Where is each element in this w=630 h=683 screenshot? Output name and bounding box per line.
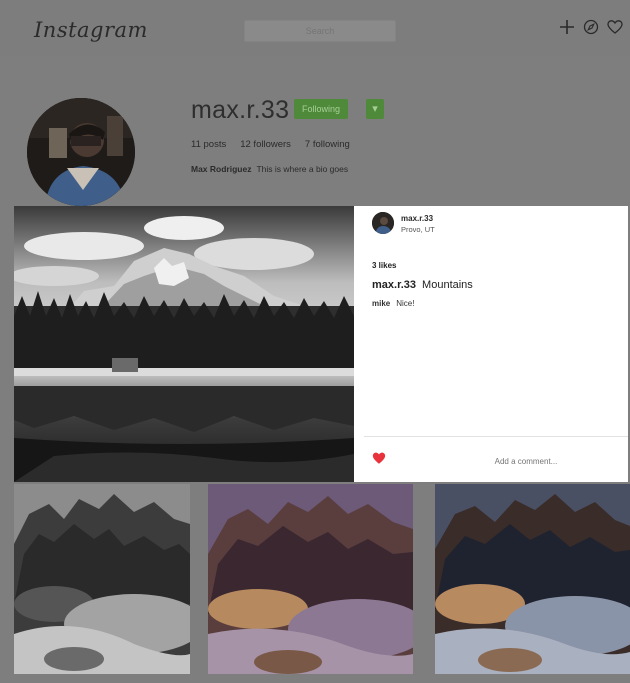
post-likes-count[interactable]: 3 likes [372,261,396,270]
post-location[interactable]: Provo, UT [401,225,435,234]
caption-username[interactable]: max.r.33 [372,279,416,291]
compass-icon[interactable] [582,16,600,38]
like-heart-icon[interactable] [372,451,386,465]
plus-icon[interactable] [558,16,576,38]
bio-text: This is where a bio goes [256,164,349,174]
following-button[interactable]: Following [294,99,349,119]
comment-username[interactable]: mike [372,299,390,308]
add-comment-input[interactable] [439,453,613,469]
grid-photo-3[interactable] [435,484,630,674]
nav-icons [558,16,624,38]
photo-grid [14,484,630,674]
instagram-profile-page: Instagram max.r.33 Following [0,0,630,683]
follow-dropdown-button[interactable]: ▾ [366,99,384,119]
post-comment: mike Nice! [372,299,414,308]
following-count[interactable]: 7 following [305,139,350,150]
comment-text: Nice! [396,299,415,308]
post-detail-panel: max.r.33 Provo, UT 3 likes max.r.33 Mount… [354,206,628,482]
profile-bio: Max Rodriguez This is where a bio goes [191,164,348,174]
post-modal: max.r.33 Provo, UT 3 likes max.r.33 Mount… [14,206,628,482]
top-navigation-bar: Instagram [0,0,630,56]
post-caption: max.r.33 Mountains [372,279,473,291]
caption-text: Mountains [422,279,473,291]
profile-stats: 11 posts 12 followers 7 following [191,139,350,150]
bio-name: Max Rodriguez [191,164,252,174]
post-photo[interactable] [14,206,354,482]
followers-count[interactable]: 12 followers [240,139,291,150]
profile-avatar[interactable] [27,98,135,206]
instagram-logo[interactable]: Instagram [34,18,148,42]
post-author-avatar[interactable] [372,212,394,234]
profile-username: max.r.33 [191,96,290,124]
panel-divider [364,436,628,437]
post-author-username[interactable]: max.r.33 [401,214,433,223]
heart-icon[interactable] [606,16,624,38]
grid-photo-1[interactable] [14,484,190,674]
search-input[interactable] [244,20,396,42]
posts-count: 11 posts [191,139,227,150]
grid-photo-2[interactable] [208,484,413,674]
